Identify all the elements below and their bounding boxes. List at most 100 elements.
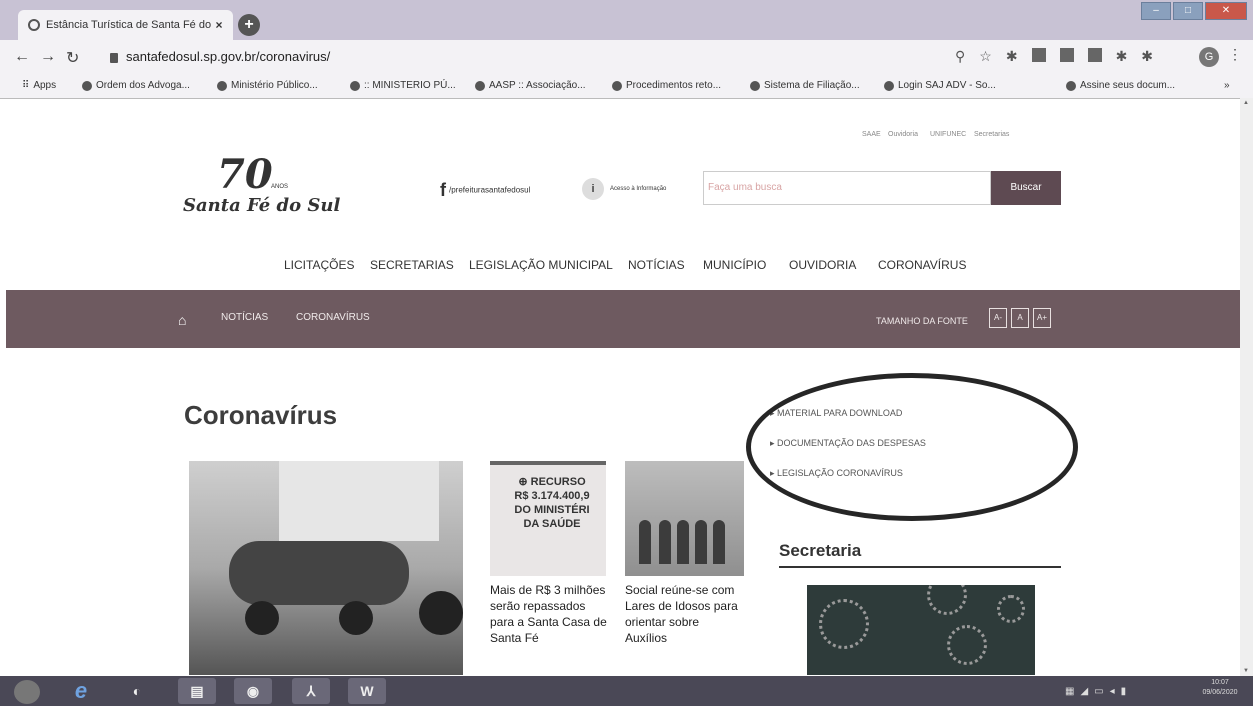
lock-icon <box>110 52 118 63</box>
bookmark-apps[interactable]: ⠿ Apps <box>22 80 56 91</box>
bookmark-item[interactable]: Ordem dos Advoga... <box>82 80 190 91</box>
tab-close-icon[interactable]: × <box>211 18 227 32</box>
word-icon[interactable]: W <box>348 678 386 704</box>
acrobat-icon[interactable]: ⅄ <box>292 678 330 704</box>
utility-link-ouvidoria[interactable]: Ouvidoria <box>888 131 918 138</box>
bookmark-item[interactable]: Sistema de Filiação... <box>750 80 860 91</box>
bookmark-favicon-icon <box>612 80 622 91</box>
forward-arrow-icon[interactable]: → <box>40 48 56 66</box>
bookmarks-overflow-icon[interactable]: » <box>1224 80 1230 91</box>
news-caption[interactable]: Mais de R$ 3 milhões serão repassados pa… <box>490 582 608 646</box>
person-shape <box>713 520 725 564</box>
secretaria-image[interactable] <box>807 585 1035 675</box>
extension-icon[interactable]: ✱ <box>1116 48 1128 65</box>
person-shape <box>639 520 651 564</box>
system-tray[interactable]: ▦◢▭◂▮ <box>1065 686 1132 697</box>
news-image-resource[interactable]: ⊕ RECURSO R$ 3.174.400,9 DO MINISTÉRI DA… <box>490 461 606 576</box>
bookmark-favicon-icon <box>350 80 360 91</box>
profile-avatar[interactable]: G <box>1199 47 1219 67</box>
extension-icon[interactable] <box>1031 48 1046 62</box>
apps-grid-icon: ⠿ <box>22 80 30 91</box>
bookmark-item[interactable]: Ministério Público... <box>217 80 318 91</box>
hand-drawn-circle <box>746 373 1078 521</box>
nav-coronavirus[interactable]: CORONAVÍRUS <box>878 258 966 272</box>
breadcrumb-coronavirus[interactable]: CORONAVÍRUS <box>296 312 370 323</box>
search-input[interactable]: Faça uma busca <box>703 171 991 205</box>
bookmark-favicon-icon <box>475 80 485 91</box>
font-decrease-button[interactable]: A- <box>989 308 1007 328</box>
extension-icon[interactable]: ✱ <box>1141 48 1153 65</box>
scroll-down-icon[interactable]: ▼ <box>1243 668 1249 674</box>
info-access-label: Acesso à Informação <box>610 186 667 192</box>
bookmark-item[interactable]: :: MINISTERIO PÚ... <box>350 80 456 91</box>
site-logo[interactable]: 70 ANOS Santa Fé do Sul <box>183 151 340 216</box>
news-image-meeting[interactable] <box>625 461 744 576</box>
virus-shape <box>997 595 1025 623</box>
wheel-shape <box>339 601 373 635</box>
info-access-link[interactable]: i Acesso à Informação <box>582 178 670 200</box>
file-explorer-icon[interactable]: ▤ <box>178 678 216 704</box>
logo-name: Santa Fé do Sul <box>183 195 341 216</box>
bookmark-favicon-icon <box>217 80 227 91</box>
bookmark-item[interactable]: Procedimentos reto... <box>612 80 721 91</box>
bookmark-item[interactable]: AASP :: Associação... <box>475 80 586 91</box>
browser-toolbar: ← → ↻ santafedosul.sp.gov.br/coronavirus… <box>0 40 1253 74</box>
extension-icons: ⚲ ☆ ✱ ✱ ✱ <box>955 48 1153 65</box>
menu-icon[interactable]: ⋮ <box>1228 46 1242 63</box>
wheel-shape <box>245 601 279 635</box>
tanker-shape <box>229 541 409 605</box>
bookmark-favicon-icon <box>1066 80 1076 91</box>
search-icon[interactable]: ⚲ <box>955 48 965 65</box>
nav-municipio[interactable]: MUNICÍPIO <box>703 258 766 272</box>
page-scrollbar[interactable]: ▲ ▼ <box>1240 98 1253 676</box>
utility-link-saae[interactable]: SAAE <box>862 131 881 138</box>
home-icon[interactable]: ⌂ <box>178 312 186 328</box>
minimize-button[interactable]: – <box>1141 2 1171 20</box>
maximize-button[interactable]: □ <box>1173 2 1203 20</box>
utility-link-unifunec[interactable]: UNIFUNEC <box>930 131 966 138</box>
nav-legislacao[interactable]: LEGISLAÇÃO MUNICIPAL <box>469 258 613 272</box>
extension-icon[interactable] <box>1059 48 1074 62</box>
breadcrumb-bar <box>6 290 1253 348</box>
windows-start-icon[interactable] <box>14 680 40 704</box>
media-player-icon[interactable]: ◐ <box>118 678 156 704</box>
url-text: santafedosul.sp.gov.br/coronavirus/ <box>126 49 331 64</box>
scroll-up-icon[interactable]: ▲ <box>1243 100 1249 106</box>
nav-noticias[interactable]: NOTÍCIAS <box>628 258 685 272</box>
bookmark-item[interactable]: Assine seus docum... <box>1066 80 1175 91</box>
reload-icon[interactable]: ↻ <box>66 48 79 68</box>
bookmark-item[interactable]: Login SAJ ADV - So... <box>884 80 996 91</box>
ie-icon[interactable]: e <box>62 678 100 704</box>
close-window-button[interactable]: ✕ <box>1205 2 1247 20</box>
font-normal-button[interactable]: A <box>1011 308 1029 328</box>
virus-shape <box>927 585 967 615</box>
extension-icon[interactable]: ✱ <box>1006 48 1018 65</box>
star-icon[interactable]: ☆ <box>979 48 992 65</box>
news-caption[interactable]: Social reúne-se com Lares de Idosos para… <box>625 582 743 646</box>
virus-shape <box>819 599 869 649</box>
taskbar-clock[interactable]: 10:07 09/06/2020 <box>1190 678 1250 698</box>
window-controls: – □ ✕ <box>1141 2 1247 20</box>
bookmark-favicon-icon <box>750 80 760 91</box>
facebook-link[interactable]: f/prefeiturasantafedosul <box>440 180 530 201</box>
wheel-shape <box>419 591 463 635</box>
address-bar[interactable]: santafedosul.sp.gov.br/coronavirus/ <box>110 46 980 68</box>
search-button[interactable]: Buscar <box>991 171 1061 205</box>
person-shape <box>677 520 689 564</box>
breadcrumb-noticias[interactable]: NOTÍCIAS <box>221 312 268 323</box>
tab-title: Estância Turística de Santa Fé do <box>46 19 211 31</box>
new-tab-button[interactable]: + <box>238 14 260 36</box>
nav-ouvidoria[interactable]: OUVIDORIA <box>789 258 856 272</box>
font-increase-button[interactable]: A+ <box>1033 308 1051 328</box>
browser-tab[interactable]: Estância Turística de Santa Fé do × <box>18 10 233 40</box>
utility-link-secretarias[interactable]: Secretarias <box>974 131 1009 138</box>
nav-licitacoes[interactable]: LICITAÇÕES <box>284 258 354 272</box>
extension-icon[interactable] <box>1087 48 1102 62</box>
chrome-taskbar-icon[interactable]: ◉ <box>234 678 272 704</box>
news-image-tanker[interactable] <box>189 461 463 675</box>
nav-secretarias[interactable]: SECRETARIAS <box>370 258 454 272</box>
heading-divider <box>779 566 1061 568</box>
back-arrow-icon[interactable]: ← <box>14 48 30 66</box>
logo-anos: ANOS <box>271 184 289 190</box>
sidebar-heading: Secretaria <box>779 541 862 560</box>
